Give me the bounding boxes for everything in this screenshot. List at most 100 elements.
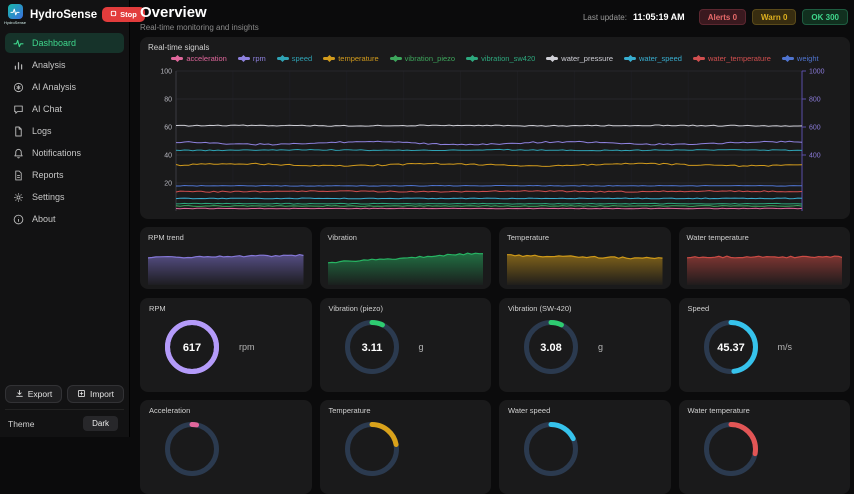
- sparkline-card-rpm-trend: RPM trend: [140, 227, 312, 289]
- sparkline-title: Temperature: [507, 233, 663, 242]
- gauge-card-vibration-piezo: Vibration (piezo)3.11g: [320, 298, 492, 392]
- legend-marker: [277, 57, 289, 60]
- legend-item-temperature[interactable]: temperature: [323, 54, 378, 63]
- gauge-unit: g: [598, 342, 603, 352]
- gauge-title: Water temperature: [688, 406, 842, 415]
- stop-icon: [110, 10, 117, 19]
- sidebar-item-label: AI Chat: [32, 104, 62, 114]
- gauge: [329, 418, 483, 480]
- sparkline-card-temperature: Temperature: [499, 227, 671, 289]
- legend-item-vibration-piezo[interactable]: vibration_piezo: [390, 54, 455, 63]
- page-header: Overview Real-time monitoring and insigh…: [140, 5, 850, 37]
- info-icon: [13, 214, 24, 225]
- legend-marker: [782, 57, 794, 60]
- svg-text:80: 80: [164, 97, 172, 104]
- gauge-card-speed: Speed45.37m/s: [679, 298, 851, 392]
- ai-icon: [13, 82, 24, 93]
- sidebar: HydroSense HydroSense Stop Dashboard Anal…: [0, 0, 130, 437]
- gauge: [688, 418, 842, 480]
- activity-icon: [8, 4, 23, 19]
- bar-chart-icon: [13, 60, 24, 71]
- svg-text:617: 617: [183, 342, 201, 354]
- sparkline-title: Vibration: [328, 233, 484, 242]
- legend-item-weight[interactable]: weight: [782, 54, 819, 63]
- gauge: [149, 418, 303, 480]
- svg-text:45.37: 45.37: [717, 342, 745, 354]
- sidebar-item-logs[interactable]: Logs: [5, 121, 124, 141]
- sidebar-item-about[interactable]: About: [5, 209, 124, 229]
- export-button-label: Export: [28, 389, 53, 399]
- sidebar-item-notifications[interactable]: Notifications: [5, 143, 124, 163]
- bell-icon: [13, 148, 24, 159]
- legend-item-acceleration[interactable]: acceleration: [171, 54, 226, 63]
- legend-item-water-pressure[interactable]: water_pressure: [546, 54, 613, 63]
- sparkline-chart-temperature: [507, 245, 663, 285]
- legend-marker: [546, 57, 558, 60]
- legend-label: vibration_piezo: [405, 54, 455, 63]
- theme-toggle-button[interactable]: Dark: [83, 416, 118, 431]
- export-button[interactable]: Export: [5, 385, 62, 403]
- sidebar-header: HydroSense HydroSense Stop: [0, 0, 129, 28]
- sidebar-item-dashboard[interactable]: Dashboard: [5, 33, 124, 53]
- import-icon: [77, 389, 86, 400]
- file-icon: [13, 126, 24, 137]
- gauge-unit: g: [419, 342, 424, 352]
- last-update-label: Last update:: [583, 13, 627, 22]
- legend-label: weight: [797, 54, 819, 63]
- logo-caption: HydroSense: [4, 20, 26, 25]
- legend-item-rpm[interactable]: rpm: [238, 54, 266, 63]
- legend-item-water-temperature[interactable]: water_temperature: [693, 54, 771, 63]
- svg-text:800: 800: [809, 97, 821, 104]
- sidebar-item-label: Reports: [32, 170, 64, 180]
- sidebar-item-settings[interactable]: Settings: [5, 187, 124, 207]
- gauge-card-water-speed: Water speed: [499, 400, 671, 494]
- import-button[interactable]: Import: [67, 385, 124, 403]
- sidebar-item-reports[interactable]: Reports: [5, 165, 124, 185]
- sidebar-item-label: Logs: [32, 126, 52, 136]
- activity-icon: [13, 38, 24, 49]
- legend-label: water_speed: [639, 54, 682, 63]
- sidebar-item-ai-chat[interactable]: AI Chat: [5, 99, 124, 119]
- download-icon: [15, 389, 24, 400]
- sparkline-card-water-temperature: Water temperature: [679, 227, 851, 289]
- svg-text:1000: 1000: [809, 69, 825, 76]
- gauge-unit: rpm: [239, 342, 255, 352]
- status-badge-ok: OK 300: [802, 9, 848, 25]
- sidebar-item-label: Analysis: [32, 60, 66, 70]
- svg-text:40: 40: [164, 153, 172, 160]
- theme-label: Theme: [8, 419, 34, 429]
- gauge-card-water-temperature: Water temperature: [679, 400, 851, 494]
- status-badge-warn: Warn 0: [752, 9, 796, 25]
- chart-title: Real-time signals: [148, 43, 842, 52]
- legend-label: acceleration: [186, 54, 226, 63]
- legend-item-speed[interactable]: speed: [277, 54, 312, 63]
- sparkline-chart-rpm-trend: [148, 245, 304, 285]
- import-button-label: Import: [90, 389, 114, 399]
- sidebar-footer: Export Import Theme Dark: [0, 381, 129, 437]
- legend-label: rpm: [253, 54, 266, 63]
- legend-item-vibration-sw420[interactable]: vibration_sw420: [466, 54, 535, 63]
- last-update-time: 11:05:19 AM: [633, 12, 685, 22]
- svg-text:400: 400: [809, 153, 821, 160]
- sidebar-item-ai-analysis[interactable]: AI Analysis: [5, 77, 124, 97]
- svg-text:3.08: 3.08: [540, 342, 561, 354]
- report-icon: [13, 170, 24, 181]
- gear-icon: [13, 192, 24, 203]
- gauge: [508, 418, 662, 480]
- sidebar-item-label: Notifications: [32, 148, 81, 158]
- gauge-card-rpm: RPM617rpm: [140, 298, 312, 392]
- gauge-row: RPM617rpmVibration (piezo)3.11gVibration…: [140, 298, 850, 392]
- legend-marker: [171, 57, 183, 60]
- legend-item-water-speed[interactable]: water_speed: [624, 54, 682, 63]
- svg-text:3.11: 3.11: [361, 342, 382, 354]
- legend-marker: [624, 57, 636, 60]
- legend-marker: [466, 57, 478, 60]
- gauge-title: Vibration (SW-420): [508, 304, 662, 313]
- sidebar-item-analysis[interactable]: Analysis: [5, 55, 124, 75]
- legend-label: water_pressure: [561, 54, 613, 63]
- sidebar-item-label: About: [32, 214, 56, 224]
- svg-text:100: 100: [160, 69, 172, 76]
- sparkline-title: Water temperature: [687, 233, 843, 242]
- sidebar-item-label: AI Analysis: [32, 82, 76, 92]
- legend-label: water_temperature: [708, 54, 771, 63]
